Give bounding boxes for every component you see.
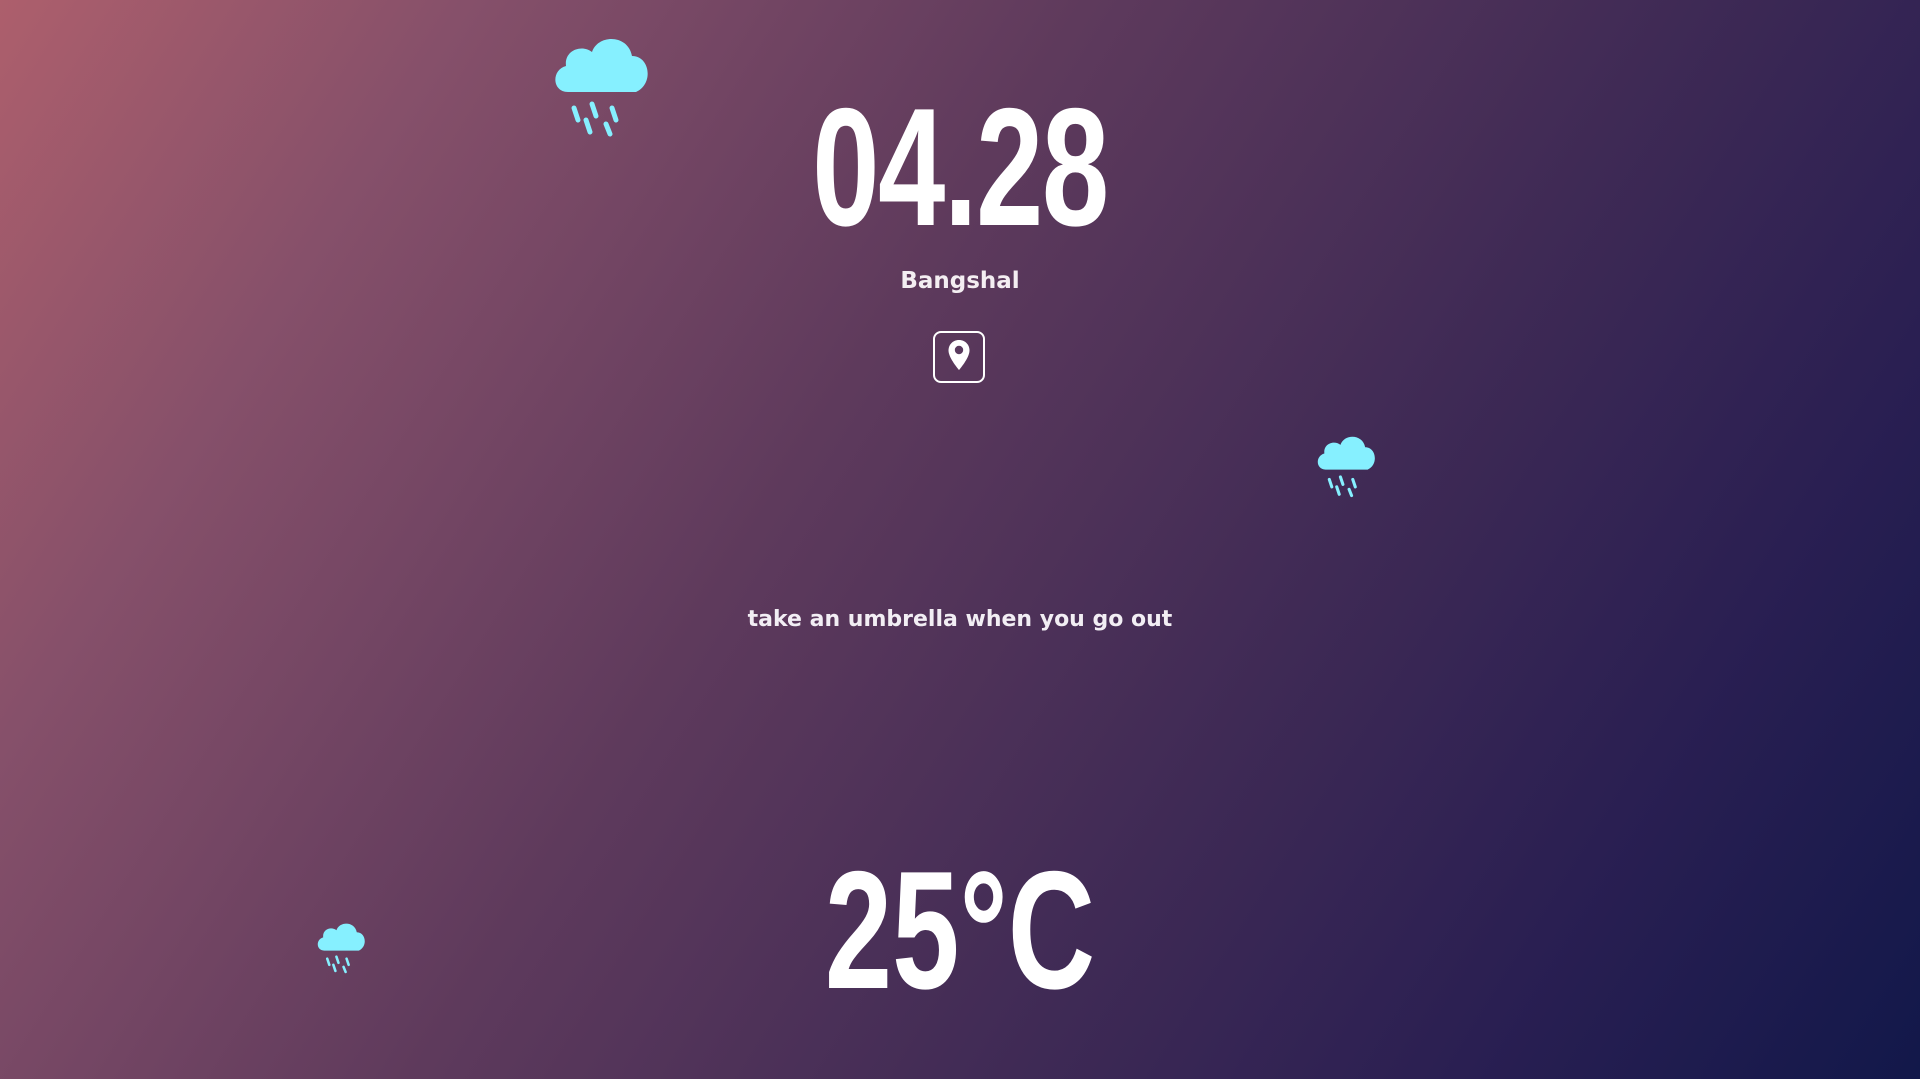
location-name: Bangshal: [900, 268, 1020, 294]
weather-advice: take an umbrella when you go out: [747, 607, 1173, 632]
temperature-display: 25°C: [824, 836, 1096, 1024]
location-button[interactable]: [933, 331, 985, 383]
date-display: 04.28: [812, 73, 1109, 261]
rain-cloud-icon: [1314, 430, 1378, 498]
map-pin-icon: [947, 339, 971, 376]
